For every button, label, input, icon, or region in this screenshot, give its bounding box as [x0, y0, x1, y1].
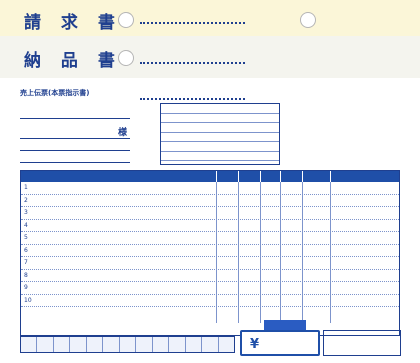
table-row: 8	[21, 269, 399, 282]
table-row: 10	[21, 294, 399, 307]
table-row: 9	[21, 282, 399, 295]
customer-line	[20, 162, 130, 163]
invoice-form: 請 求 書 納 品 書 売上伝票(本票指示書) 様 1 2 3 4 5 6 7 …	[0, 0, 420, 363]
table-row: 4	[21, 219, 399, 232]
total-amount-box: ¥	[240, 330, 320, 356]
stamp-box	[323, 330, 401, 356]
table-row: 3	[21, 207, 399, 220]
stamp-circle	[300, 12, 316, 28]
table-row: 2	[21, 194, 399, 207]
dotted-field	[140, 98, 245, 102]
info-row	[161, 114, 279, 123]
sama-label: 様	[118, 128, 128, 138]
info-row	[161, 161, 279, 170]
delivery-title: 納 品 書	[24, 51, 122, 71]
items-grid: 1 2 3 4 5 6 7 8 9 10	[20, 170, 400, 336]
table-row: 1	[21, 182, 399, 195]
dotted-field	[140, 22, 245, 26]
info-row	[161, 152, 279, 161]
stamp-circle	[118, 50, 134, 66]
table-row: 7	[21, 257, 399, 270]
subtotal-highlight	[264, 320, 306, 330]
info-row	[161, 133, 279, 142]
billing-label: 売上伝票(本票指示書)	[20, 89, 90, 97]
invoice-title: 請 求 書	[24, 13, 122, 33]
info-row	[161, 123, 279, 133]
stamp-circle	[118, 12, 134, 28]
info-row	[161, 104, 279, 114]
footer-strip	[20, 336, 235, 353]
customer-line	[20, 138, 130, 139]
info-table	[160, 103, 280, 165]
customer-line	[20, 118, 130, 119]
customer-line	[20, 150, 130, 151]
table-row: 5	[21, 232, 399, 245]
table-row: 6	[21, 244, 399, 257]
grid-header	[21, 171, 399, 182]
yen-symbol: ¥	[250, 337, 260, 352]
info-row	[161, 142, 279, 152]
summary-row	[21, 307, 399, 323]
dotted-field	[140, 62, 245, 66]
